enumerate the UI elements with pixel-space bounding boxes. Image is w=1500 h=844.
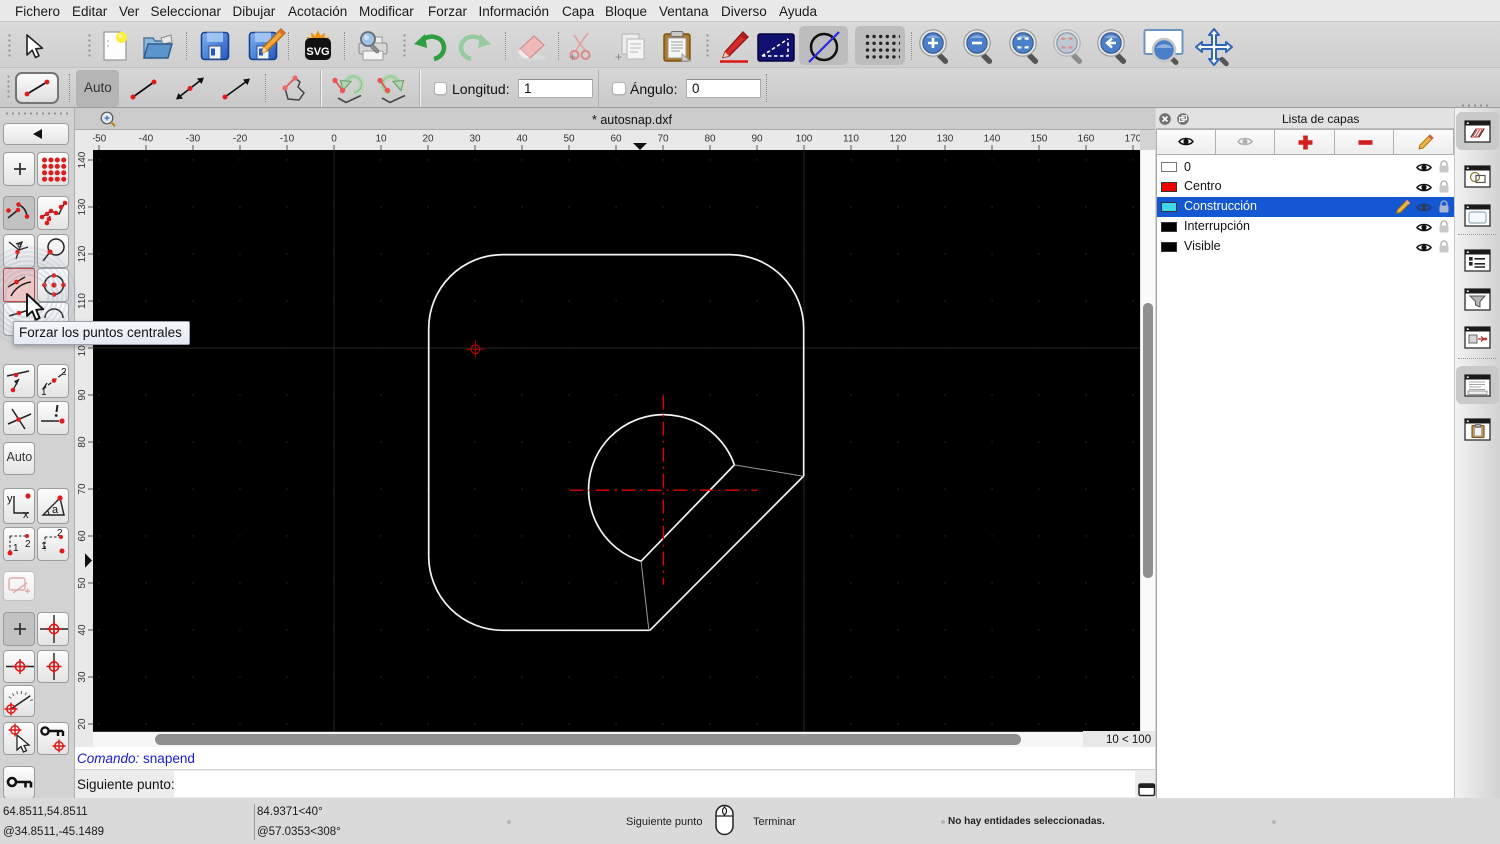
svg-text:2: 2 bbox=[25, 539, 31, 550]
svg-text:-50: -50 bbox=[93, 134, 107, 145]
svg-text:100: 100 bbox=[796, 134, 813, 145]
svg-text:-30: -30 bbox=[186, 134, 201, 145]
svg-text:40: 40 bbox=[77, 624, 88, 636]
svg-text:40: 40 bbox=[516, 134, 528, 145]
svg-text:120: 120 bbox=[890, 134, 907, 145]
svg-text:150: 150 bbox=[1031, 134, 1048, 145]
svg-text:1: 1 bbox=[13, 543, 19, 554]
svg-text:y: y bbox=[7, 493, 13, 505]
svg-text:20: 20 bbox=[77, 718, 88, 730]
svg-text:20: 20 bbox=[422, 134, 434, 145]
svg-text:90: 90 bbox=[77, 389, 88, 401]
svg-text:160: 160 bbox=[1078, 134, 1095, 145]
svg-text:130: 130 bbox=[77, 198, 88, 215]
svg-text:1: 1 bbox=[41, 541, 47, 552]
svg-text:x: x bbox=[23, 509, 29, 521]
svg-text:a: a bbox=[52, 504, 59, 516]
svg-text:120: 120 bbox=[77, 245, 88, 262]
svg-text:140: 140 bbox=[77, 151, 88, 168]
svg-text:90: 90 bbox=[751, 134, 763, 145]
svg-text:60: 60 bbox=[610, 134, 622, 145]
svg-text:1: 1 bbox=[41, 387, 47, 398]
svg-text:0: 0 bbox=[331, 134, 337, 145]
svg-text:80: 80 bbox=[704, 134, 716, 145]
svg-text:10: 10 bbox=[375, 134, 387, 145]
svg-text:30: 30 bbox=[77, 671, 88, 683]
svg-text:110: 110 bbox=[843, 134, 859, 145]
svg-text:70: 70 bbox=[657, 134, 669, 145]
svg-text:60: 60 bbox=[77, 530, 88, 542]
svg-text:80: 80 bbox=[77, 436, 88, 448]
svg-text:50: 50 bbox=[77, 577, 88, 589]
svg-text:70: 70 bbox=[77, 483, 88, 495]
svg-text:140: 140 bbox=[984, 134, 1001, 145]
svg-text:110: 110 bbox=[77, 293, 88, 309]
svg-text:2: 2 bbox=[61, 367, 67, 378]
svg-text:-40: -40 bbox=[139, 134, 154, 145]
svg-text:SVG: SVG bbox=[306, 46, 329, 58]
svg-text:30: 30 bbox=[469, 134, 481, 145]
svg-text:-10: -10 bbox=[280, 134, 295, 145]
svg-text:+: + bbox=[569, 50, 576, 63]
svg-text:170: 170 bbox=[1125, 134, 1140, 145]
svg-text:-20: -20 bbox=[233, 134, 248, 145]
svg-text:50: 50 bbox=[563, 134, 575, 145]
svg-text:+: + bbox=[615, 50, 622, 63]
svg-text:130: 130 bbox=[937, 134, 954, 145]
